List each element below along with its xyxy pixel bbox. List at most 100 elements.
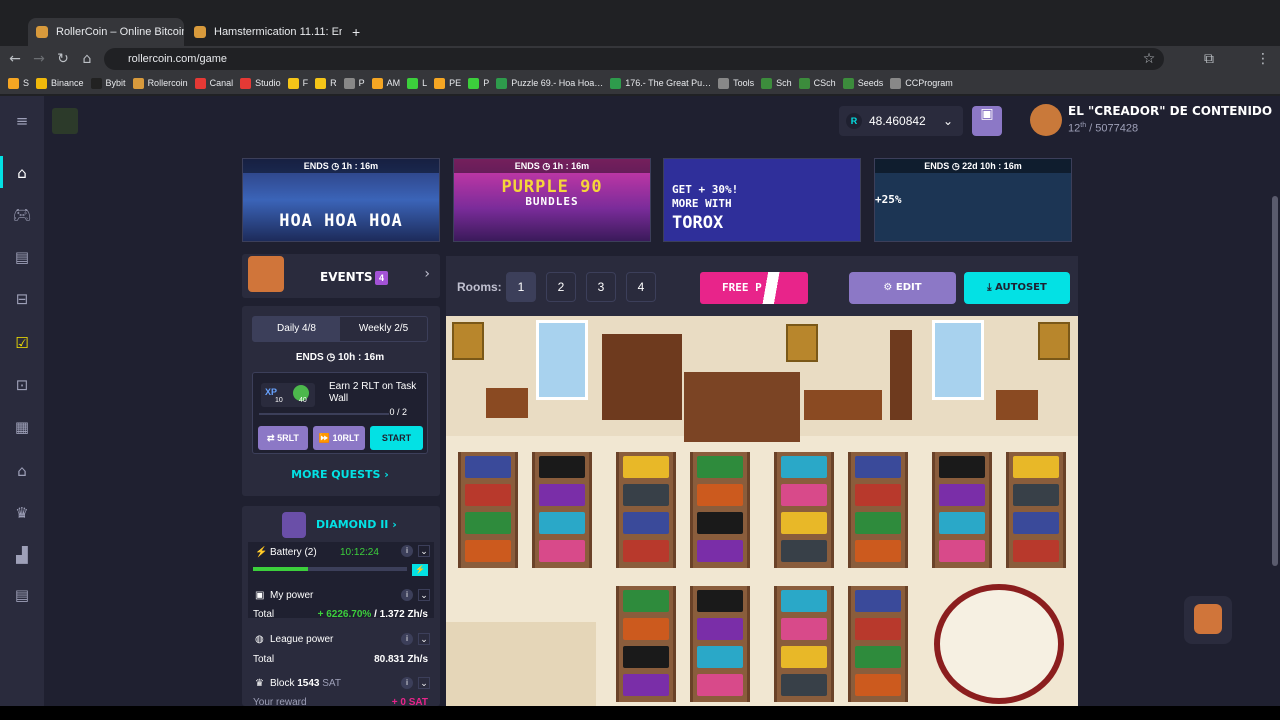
chevron-down-icon[interactable]: ⌄	[418, 545, 430, 557]
miner[interactable]	[623, 674, 669, 696]
bookmark-item[interactable]: PE	[434, 77, 461, 89]
miner[interactable]	[781, 674, 827, 696]
room-tab-4[interactable]: 4	[626, 272, 656, 302]
free-pass-button[interactable]: FREE P	[700, 272, 808, 304]
bookmark-item[interactable]: CCProgram	[890, 77, 953, 89]
miner-rack[interactable]	[932, 452, 992, 568]
games-icon[interactable]: 🎮︎	[12, 206, 32, 224]
miner[interactable]	[697, 590, 743, 612]
league-title[interactable]: DIAMOND II ›	[316, 518, 397, 531]
banner-hoa-hoa[interactable]: ENDS ◷ 1h : 16m HOA HOA HOA	[242, 158, 440, 242]
bookmark-star-icon[interactable]: ☆	[1140, 50, 1158, 68]
trophy-icon[interactable]: ♛	[12, 504, 32, 522]
back-icon[interactable]: ←	[6, 50, 24, 68]
bookmark-item[interactable]: 176.- The Great Pu…	[610, 77, 711, 89]
miner[interactable]	[781, 618, 827, 640]
game-logo[interactable]	[52, 108, 78, 134]
miner[interactable]	[781, 540, 827, 562]
bookmark-item[interactable]: S	[8, 77, 29, 89]
menu-dots-icon[interactable]: ⋮	[1254, 50, 1272, 68]
miner-rack[interactable]	[616, 452, 676, 568]
miner[interactable]	[855, 456, 901, 478]
bookmark-item[interactable]: P	[343, 77, 365, 89]
gift-icon[interactable]: ⊟	[12, 290, 32, 308]
miner[interactable]	[939, 512, 985, 534]
reload-icon[interactable]: ↻	[54, 50, 72, 68]
extensions-icon[interactable]: ⧉	[1200, 50, 1218, 68]
miner[interactable]	[1013, 540, 1059, 562]
miner[interactable]	[697, 540, 743, 562]
bookmark-item[interactable]: Tools	[718, 77, 754, 89]
miner[interactable]	[1013, 456, 1059, 478]
room-tab-1[interactable]: 1	[506, 272, 536, 302]
miner[interactable]	[939, 456, 985, 478]
bookmark-item[interactable]: CSch	[798, 77, 836, 89]
miner[interactable]	[623, 512, 669, 534]
store-icon[interactable]: ▦	[12, 418, 32, 436]
miner-rack[interactable]	[616, 586, 676, 702]
miner[interactable]	[539, 540, 585, 562]
chevron-down-icon[interactable]: ⌄	[418, 589, 430, 601]
skip-5rlt-button[interactable]: ⇄ 5RLT	[258, 426, 308, 450]
miner[interactable]	[697, 646, 743, 668]
start-button[interactable]: START	[370, 426, 423, 450]
bookmark-item[interactable]: L	[407, 77, 427, 89]
miner-rack[interactable]	[532, 452, 592, 568]
miner-rack[interactable]	[458, 452, 518, 568]
miner-rack[interactable]	[774, 452, 834, 568]
miner[interactable]	[539, 512, 585, 534]
news-icon[interactable]: ▤	[12, 586, 32, 604]
room-tab-2[interactable]: 2	[546, 272, 576, 302]
bookmark-item[interactable]: P	[468, 77, 489, 89]
miner[interactable]	[855, 512, 901, 534]
miner[interactable]	[623, 618, 669, 640]
miner[interactable]	[697, 618, 743, 640]
tab-weekly[interactable]: Weekly 2/5	[340, 317, 427, 341]
miner[interactable]	[939, 484, 985, 506]
info-icon[interactable]: i	[401, 677, 413, 689]
miner[interactable]	[465, 484, 511, 506]
url-input[interactable]: rollercoin.com/game	[104, 48, 1164, 70]
calendar-check-icon[interactable]: ☑	[12, 334, 32, 352]
production-icon[interactable]: ▟	[12, 546, 32, 564]
miner[interactable]	[623, 590, 669, 612]
browser-tab-rollercoin[interactable]: RollerCoin – Online Bitcoin Mi… ✕	[28, 18, 184, 46]
miner[interactable]	[855, 484, 901, 506]
skip-10rlt-button[interactable]: ⏩ 10RLT	[313, 426, 365, 450]
wallet-button[interactable]: ▣	[972, 106, 1002, 136]
miner[interactable]	[1013, 484, 1059, 506]
miner-rack[interactable]	[848, 452, 908, 568]
forward-icon[interactable]: →	[30, 50, 48, 68]
miner[interactable]	[465, 512, 511, 534]
room-tab-3[interactable]: 3	[586, 272, 616, 302]
miner[interactable]	[855, 646, 901, 668]
miner-rack[interactable]	[848, 586, 908, 702]
tab-daily[interactable]: Daily 4/8	[253, 317, 340, 341]
menu-icon[interactable]: ≡	[12, 112, 32, 130]
more-quests-link[interactable]: MORE QUESTS ›	[252, 468, 428, 481]
miner[interactable]	[1013, 512, 1059, 534]
info-icon[interactable]: i	[401, 633, 413, 645]
miner-rack[interactable]	[690, 452, 750, 568]
hamster-chat-button[interactable]	[1184, 596, 1232, 644]
avatar[interactable]	[1030, 104, 1062, 136]
miner[interactable]	[781, 456, 827, 478]
bookmark-item[interactable]: Puzzle 69.- Hoa Hoa…	[496, 77, 603, 89]
bookmark-item[interactable]: Bybit	[90, 77, 126, 89]
miner[interactable]	[465, 456, 511, 478]
bookmark-item[interactable]: Binance	[36, 77, 84, 89]
miner[interactable]	[697, 674, 743, 696]
edit-button[interactable]: ⚙ EDIT	[849, 272, 956, 304]
bookmark-item[interactable]: Canal	[194, 77, 233, 89]
miner[interactable]	[465, 540, 511, 562]
miner[interactable]	[539, 484, 585, 506]
miner[interactable]	[939, 540, 985, 562]
miner[interactable]	[539, 456, 585, 478]
new-tab-button[interactable]: +	[344, 18, 366, 46]
banner-purple-90[interactable]: ENDS ◷ 1h : 16m PURPLE 90 BUNDLES	[453, 158, 651, 242]
home-icon[interactable]: ⌂	[12, 164, 32, 182]
miner[interactable]	[781, 512, 827, 534]
balance-selector[interactable]: R 48.460842 ⌄	[839, 106, 963, 136]
miner[interactable]	[781, 484, 827, 506]
pass-icon[interactable]: ▤	[12, 248, 32, 266]
